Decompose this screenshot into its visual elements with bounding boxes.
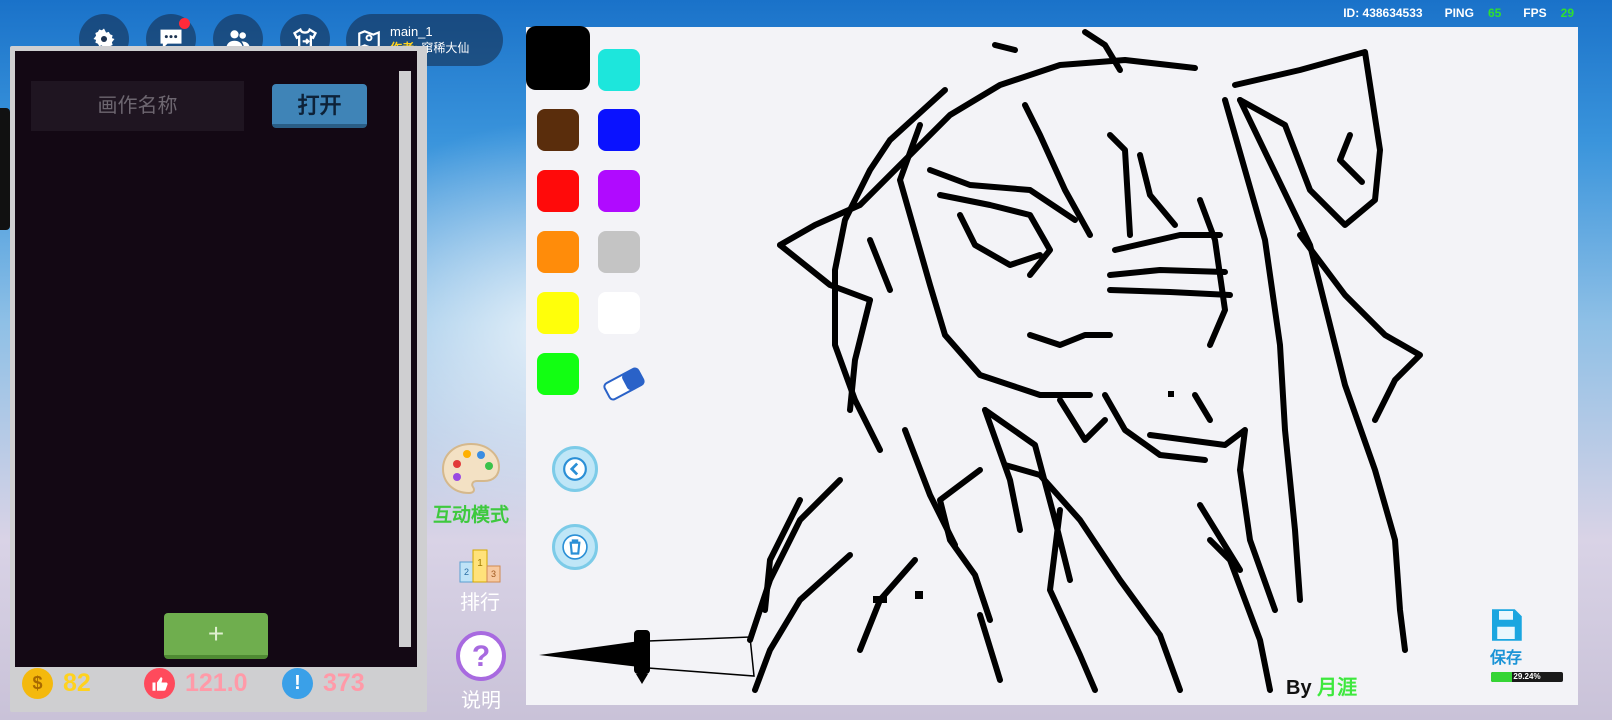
color-swatch-2[interactable] [537,109,579,151]
svg-text:?: ? [472,640,490,673]
save-label: 保存 [1489,650,1522,667]
coins-value: 82 [63,669,91,697]
by-label: By [1286,677,1312,699]
notification-dot [179,18,190,29]
color-swatch-5[interactable] [598,170,640,212]
author-name: 窜稀大仙 [421,41,470,55]
ranking-button[interactable]: 2 1 3 排行 [458,544,502,615]
fps-label: FPS [1523,6,1547,20]
map-name: main_1 [390,24,433,39]
color-swatch-0[interactable] [526,26,590,90]
clear-button[interactable] [552,524,598,570]
paint-palette-icon [441,442,501,495]
color-swatch-8[interactable] [537,292,579,334]
color-swatch-3[interactable] [598,109,640,151]
question-icon: ? [456,631,506,681]
trash-icon [562,534,588,560]
drawing-canvas[interactable]: By 月涯 [526,26,1578,705]
color-swatch-9[interactable] [598,292,640,334]
likes-stat: 121.0 [144,668,248,699]
player-id: ID: 438634533 [1343,6,1423,20]
alerts-value: 373 [323,669,365,697]
save-progress-bar: 29.24% [1491,672,1563,682]
color-swatch-10[interactable] [537,353,579,395]
pen-cursor [539,630,755,684]
interactive-mode-button[interactable]: 互动模式 [433,440,509,527]
ranking-label: 排行 [460,592,500,614]
drawings-panel: 打开 + [10,46,427,712]
network-stats: ID: 438634533 PING 65 FPS 29 [1343,6,1574,20]
add-drawing-button[interactable]: + [164,613,268,659]
left-edge-tab[interactable] [0,108,10,230]
podium-icon: 2 1 3 [459,549,501,583]
svg-text:1: 1 [477,558,483,569]
svg-text:2: 2 [464,567,469,577]
list-scrollbar[interactable] [399,71,411,647]
eraser-icon [603,367,645,401]
help-label: 说明 [461,690,501,712]
interactive-mode-label: 互动模式 [433,505,510,526]
color-swatch-4[interactable] [537,170,579,212]
eraser-button[interactable] [601,363,645,405]
undo-button[interactable] [552,446,598,492]
svg-text:3: 3 [491,569,496,579]
drawing-name-input[interactable] [31,81,244,131]
floppy-disk-icon [1492,609,1522,641]
drawing-artwork [539,29,1423,693]
ping-value: 65 [1487,6,1502,20]
color-swatch-1[interactable] [598,49,640,91]
artist-byline: By 月涯 [1286,671,1357,700]
help-button[interactable]: ? 说明 [455,630,507,713]
color-swatch-7[interactable] [598,231,640,273]
open-button[interactable]: 打开 [272,84,367,128]
ping-label: PING [1444,6,1474,20]
artist-name: 月涯 [1317,677,1358,699]
save-progress-text: 29.24% [1513,672,1541,681]
fps-value: 29 [1560,6,1574,20]
coin-icon: $ [22,668,53,699]
thumbs-up-icon [144,668,175,699]
coins-stat: $ 82 [22,668,91,699]
exclamation-icon: ! [282,668,313,699]
undo-icon [563,457,587,481]
color-swatch-6[interactable] [537,231,579,273]
likes-value: 121.0 [185,669,248,697]
alerts-stat: ! 373 [282,668,365,699]
drawings-list: 打开 + [15,51,417,667]
